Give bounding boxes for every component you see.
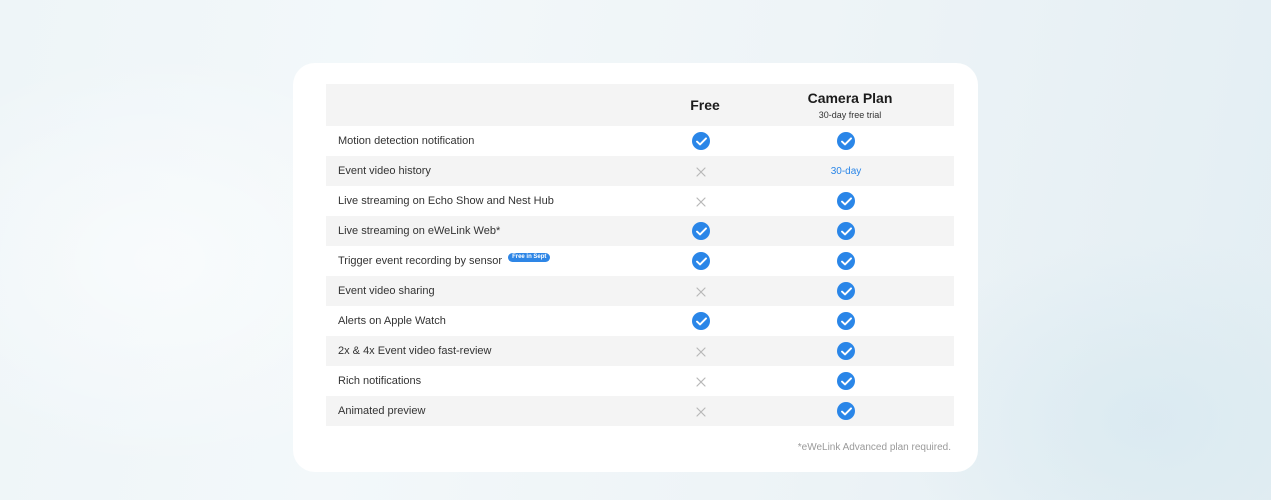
table-row: Live streaming on Echo Show and Nest Hub (326, 186, 954, 216)
feature-label: Rich notifications (338, 366, 421, 396)
free-cell (684, 246, 718, 276)
feature-text: Rich notifications (338, 375, 422, 387)
free-cell (684, 216, 718, 246)
free-cell (684, 366, 718, 396)
camera-plan-cell: 30-day (828, 156, 864, 186)
table-body: Motion detection notification Event video… (326, 126, 954, 426)
feature-text: 2x & 4x Event video fast-review (338, 345, 492, 357)
table-header: Free Camera Plan 30-day free trial (326, 84, 954, 126)
cross-icon (695, 345, 707, 357)
check-circle-icon (692, 252, 710, 270)
table-row: Animated preview (326, 396, 954, 426)
camera-plan-cell (828, 336, 864, 366)
check-circle-icon (837, 312, 855, 330)
table-row: Trigger event recording by sensor Free in… (326, 246, 954, 276)
cross-icon (695, 195, 707, 207)
check-circle-icon (692, 222, 710, 240)
camera-plan-cell (828, 306, 864, 336)
free-cell (684, 336, 718, 366)
comparison-table: Free Camera Plan 30-day free trial Motio… (326, 84, 954, 426)
feature-label: Event video sharing (338, 276, 435, 306)
camera-plan-cell (828, 216, 864, 246)
check-circle-icon (837, 282, 855, 300)
check-circle-icon (837, 222, 855, 240)
table-row: Event video sharing (326, 276, 954, 306)
table-row: Rich notifications (326, 366, 954, 396)
cross-icon (695, 285, 707, 297)
feature-label: Trigger event recording by sensor Free in… (338, 246, 551, 276)
free-cell (684, 156, 718, 186)
check-circle-icon (837, 372, 855, 390)
cross-icon (695, 165, 707, 177)
camera-plan-column-header: Camera Plan 30-day free trial (782, 90, 918, 121)
feature-text: Alerts on Apple Watch (338, 315, 446, 327)
feature-text: Trigger event recording by sensor (338, 255, 503, 267)
check-circle-icon (837, 252, 855, 270)
table-row: 2x & 4x Event video fast-review (326, 336, 954, 366)
free-column-header: Free (690, 97, 720, 113)
table-row: Event video history 30-day (326, 156, 954, 186)
check-circle-icon (837, 132, 855, 150)
camera-plan-cell (828, 366, 864, 396)
feature-label: Live streaming on eWeLink Web* (338, 216, 500, 246)
free-in-sept-badge: Free in Sept (508, 252, 551, 262)
free-cell (684, 276, 718, 306)
table-row: Alerts on Apple Watch (326, 306, 954, 336)
feature-text: Live streaming on eWeLink Web* (338, 225, 501, 237)
cross-icon (695, 405, 707, 417)
check-circle-icon (837, 342, 855, 360)
camera-plan-trial-note: 30-day free trial (818, 110, 882, 120)
check-circle-icon (692, 312, 710, 330)
feature-text: Animated preview (338, 405, 426, 417)
check-circle-icon (837, 402, 855, 420)
free-cell (684, 186, 718, 216)
feature-text: Event video sharing (338, 285, 435, 297)
feature-text: Live streaming on Echo Show and Nest Hub (338, 195, 554, 207)
feature-label: 2x & 4x Event video fast-review (338, 336, 491, 366)
feature-label: Alerts on Apple Watch (338, 306, 446, 336)
feature-label: Event video history (338, 156, 431, 186)
table-row: Live streaming on eWeLink Web* (326, 216, 954, 246)
feature-text: Event video history (338, 165, 431, 177)
free-cell (684, 396, 718, 426)
camera-plan-cell (828, 246, 864, 276)
cross-icon (695, 375, 707, 387)
camera-plan-cell (828, 186, 864, 216)
footnote: *eWeLink Advanced plan required. (797, 442, 951, 453)
feature-label: Motion detection notification (338, 126, 474, 156)
table-row: Motion detection notification (326, 126, 954, 156)
feature-text: Motion detection notification (338, 135, 475, 147)
feature-label: Live streaming on Echo Show and Nest Hub (338, 186, 554, 216)
camera-plan-cell (828, 276, 864, 306)
check-circle-icon (692, 132, 710, 150)
plan-comparison-card: Free Camera Plan 30-day free trial Motio… (293, 63, 978, 472)
free-cell (684, 126, 718, 156)
history-duration-text: 30-day (830, 165, 862, 177)
camera-plan-title: Camera Plan (807, 90, 893, 106)
camera-plan-cell (828, 126, 864, 156)
check-circle-icon (837, 192, 855, 210)
camera-plan-cell (828, 396, 864, 426)
feature-label: Animated preview (338, 396, 425, 426)
free-cell (684, 306, 718, 336)
